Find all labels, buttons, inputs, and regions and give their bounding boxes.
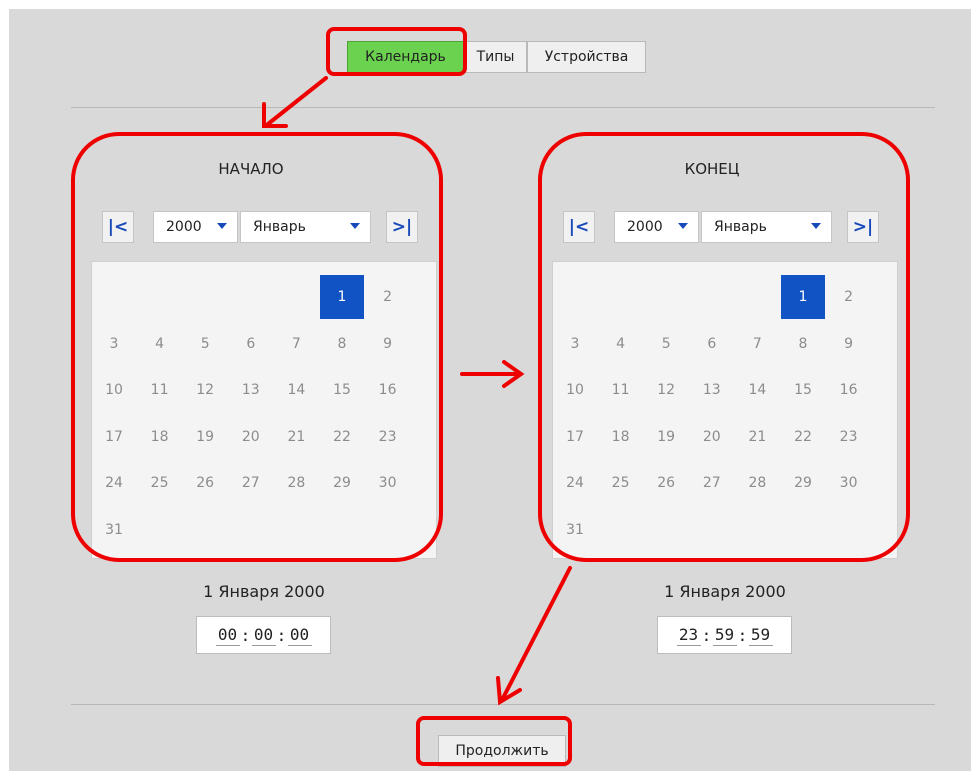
end-time-input[interactable]: 23 : 59 : 59 [657, 616, 792, 654]
highlight-start-calendar [71, 132, 443, 562]
start-hours[interactable]: 00 [215, 625, 240, 646]
highlight-end-calendar [538, 132, 910, 562]
time-separator: : [701, 625, 712, 645]
divider-top [71, 107, 935, 108]
time-separator: : [240, 625, 251, 645]
highlight-continue-button [416, 716, 572, 766]
end-hours[interactable]: 23 [676, 625, 701, 646]
tab-types[interactable]: Типы [464, 41, 527, 73]
divider-bottom [71, 704, 935, 705]
end-seconds[interactable]: 59 [748, 625, 773, 646]
tab-devices[interactable]: Устройства [527, 41, 646, 73]
end-date-text: 1 Января 2000 [664, 582, 786, 601]
start-minutes[interactable]: 00 [251, 625, 276, 646]
start-time-input[interactable]: 00 : 00 : 00 [196, 616, 331, 654]
start-seconds[interactable]: 00 [287, 625, 312, 646]
start-date-text: 1 Января 2000 [203, 582, 325, 601]
time-separator: : [276, 625, 287, 645]
end-minutes[interactable]: 59 [712, 625, 737, 646]
highlight-calendar-tab [326, 27, 467, 76]
time-separator: : [737, 625, 748, 645]
